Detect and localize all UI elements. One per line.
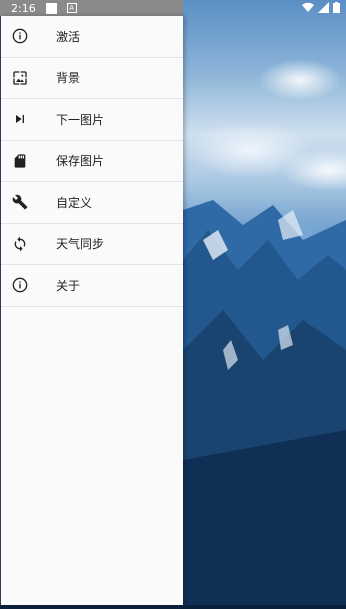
navigation-drawer: 激活 背景 下一图片 保存图片 自定义 天气同步 关于 [0,16,183,609]
screen-bottom-edge [0,605,346,609]
menu-item-customize[interactable]: 自定义 [0,182,183,224]
notification-square-icon [45,2,57,14]
menu-item-label: 关于 [56,278,81,293]
a-badge-icon: A [66,3,77,13]
status-time: 2:16 [11,1,36,15]
menu-item-label: 激活 [56,29,81,44]
wifi-icon [302,2,314,12]
sd-card-icon [11,152,29,170]
menu-item-label: 背景 [56,71,81,86]
status-bar-right [302,2,340,13]
menu-item-activate[interactable]: 激活 [0,16,183,58]
status-bar-left: 2:16 A [0,0,183,16]
menu-item-about[interactable]: 关于 [0,265,183,307]
sync-icon [11,235,29,253]
mountain-image [183,200,346,609]
menu-item-save-image[interactable]: 保存图片 [0,141,183,182]
menu-item-label: 自定义 [56,195,93,210]
wallpaper-icon [11,69,29,87]
info-icon [11,27,29,45]
battery-icon [333,2,340,13]
screen-left-edge [0,16,1,609]
menu-item-label: 保存图片 [56,154,105,169]
menu-item-background[interactable]: 背景 [0,58,183,99]
signal-icon [318,2,329,13]
menu-item-weather-sync[interactable]: 天气同步 [0,224,183,265]
wrench-icon [11,193,29,211]
status-bar: 2:16 A [0,0,346,16]
skip-next-icon [11,110,29,128]
menu-item-label: 天气同步 [56,237,105,252]
menu-item-next-image[interactable]: 下一图片 [0,99,183,141]
menu-item-label: 下一图片 [56,112,105,127]
info-icon [11,276,29,294]
